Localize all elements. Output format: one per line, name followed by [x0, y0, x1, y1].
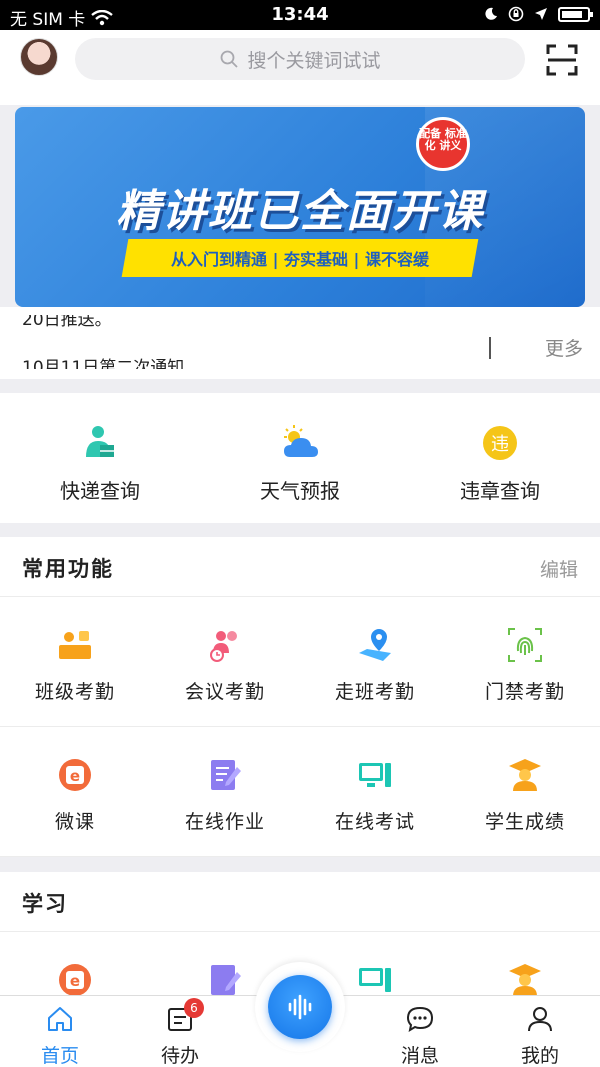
notice-ticker[interactable]: 20日推送。 10月11日第二次通知 更多 [0, 307, 600, 379]
quick-service-label: 天气预报 [260, 479, 340, 503]
shift-attendance-icon [359, 629, 391, 661]
header: 搜个关键词试试 [0, 30, 600, 105]
meeting-attendance-icon [210, 631, 237, 662]
function-access-control[interactable]: 门禁考勤 [450, 627, 600, 704]
search-placeholder: 搜个关键词试试 [247, 49, 381, 72]
weather-icon [284, 425, 318, 457]
micro-course-icon[interactable]: e [57, 962, 93, 998]
function-label: 微课 [54, 811, 95, 833]
function-shift-attendance[interactable]: 走班考勤 [300, 627, 450, 704]
moon-icon [485, 7, 497, 20]
banner-title: 精讲班已全面开课 [116, 186, 484, 237]
courier-icon [86, 426, 114, 457]
quick-service-violation[interactable]: 违 违章查询 [400, 423, 600, 504]
tab-home[interactable]: 首页 [20, 1004, 100, 1067]
todo-badge: 6 [184, 998, 204, 1018]
fingerprint-icon [508, 628, 542, 662]
graduate-icon [509, 759, 541, 791]
homework-icon [211, 760, 241, 790]
online-exam-icon[interactable] [357, 962, 393, 998]
edit-button[interactable]: 编辑 [540, 555, 578, 582]
promo-banner[interactable]: 配备 标准化 讲义 精讲班已全面开课 从入门到精通 | 夯实基础 | 课不容缓 [15, 107, 585, 307]
traffic-violation-icon: 违 [483, 426, 517, 460]
function-label: 在线作业 [184, 811, 265, 833]
function-label: 门禁考勤 [484, 681, 565, 703]
function-class-attendance[interactable]: 班级考勤 [0, 627, 150, 704]
voice-button[interactable] [268, 975, 332, 1039]
notice-line: 10月11日第二次通知 [22, 358, 185, 369]
search-icon [221, 50, 239, 68]
notice-divider [489, 337, 491, 359]
function-micro-course[interactable]: e 微课 [0, 757, 150, 834]
function-online-exam[interactable]: 在线考试 [300, 757, 450, 834]
tab-label: 待办 [160, 1045, 199, 1067]
quick-service-courier[interactable]: 快递查询 [0, 423, 200, 504]
micro-course-icon: e [59, 759, 91, 791]
notice-line: 20日推送。 [22, 315, 112, 330]
function-label: 会议考勤 [184, 681, 265, 703]
function-row: e 微课 在线作业 在线考试 学生成绩 [0, 727, 600, 857]
function-label: 学生成绩 [484, 811, 565, 833]
svg-text:e: e [70, 767, 80, 785]
banner-subtitle: 从入门到精通 | 夯实基础 | 课不容缓 [121, 239, 479, 277]
tab-label: 消息 [400, 1045, 439, 1067]
tab-mine[interactable]: 我的 [500, 1004, 580, 1067]
graduate-icon[interactable] [507, 962, 543, 998]
quick-service-label: 快递查询 [60, 479, 140, 503]
svg-text:违: 违 [491, 434, 509, 455]
quick-services: 快递查询 天气预报 违 违章查询 [0, 393, 600, 523]
section-title: 学习 [22, 892, 68, 916]
function-label: 在线考试 [334, 811, 415, 833]
tab-label: 我的 [520, 1045, 559, 1067]
chat-bubble-icon [406, 1006, 434, 1033]
function-meeting-attendance[interactable]: 会议考勤 [150, 627, 300, 704]
rotation-lock-icon [508, 6, 524, 22]
common-functions-section: 常用功能 编辑 班级考勤 会议考勤 走班考勤 门禁考勤 e 微课 在线作业 在线… [0, 537, 600, 857]
voice-wave-icon [288, 994, 312, 1020]
class-attendance-icon [59, 631, 91, 659]
online-exam-icon [359, 763, 391, 787]
function-online-homework[interactable]: 在线作业 [150, 757, 300, 834]
function-label: 班级考勤 [34, 681, 115, 703]
function-label: 走班考勤 [334, 681, 415, 703]
status-bar: 无 SIM 卡 13:44 [0, 0, 600, 30]
home-icon [48, 1007, 72, 1031]
location-icon [535, 8, 547, 20]
homework-icon[interactable] [207, 962, 243, 998]
function-student-grades[interactable]: 学生成绩 [450, 757, 600, 834]
section-title: 常用功能 [22, 557, 114, 581]
quick-service-weather[interactable]: 天气预报 [200, 423, 400, 504]
notice-more-link[interactable]: 更多 [545, 334, 583, 361]
banner-badge: 配备 标准化 讲义 [416, 117, 470, 171]
svg-text:e: e [70, 972, 80, 990]
tab-messages[interactable]: 消息 [380, 1004, 460, 1067]
user-icon [528, 1007, 552, 1032]
quick-service-label: 违章查询 [460, 479, 540, 503]
battery-icon [558, 6, 593, 22]
tab-todo[interactable]: 6 待办 [140, 998, 220, 1067]
search-input[interactable]: 搜个关键词试试 [75, 38, 525, 80]
scan-icon[interactable] [546, 44, 578, 76]
avatar[interactable] [20, 38, 58, 76]
tab-label: 首页 [40, 1045, 79, 1067]
function-row: 班级考勤 会议考勤 走班考勤 门禁考勤 [0, 597, 600, 727]
